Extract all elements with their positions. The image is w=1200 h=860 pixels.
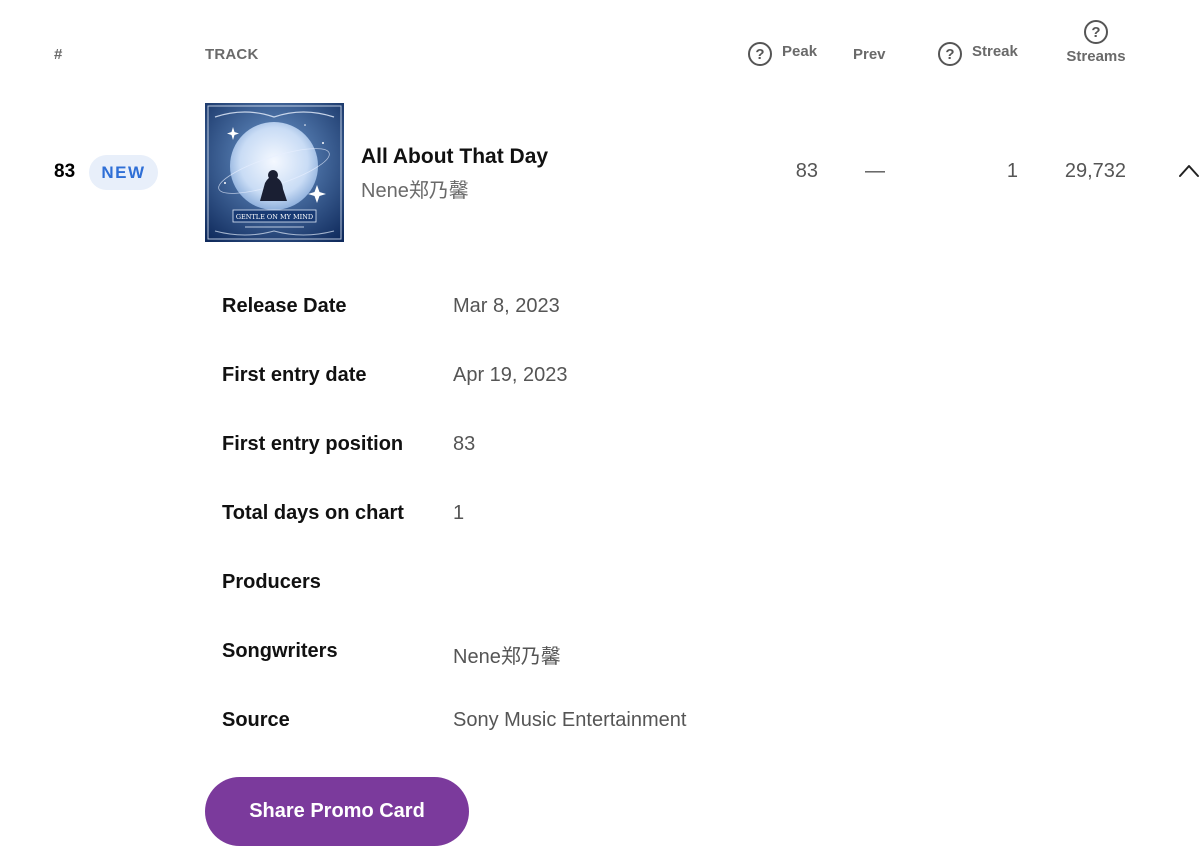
peak-value: 83 <box>795 160 818 182</box>
prev-value: — <box>865 160 885 182</box>
total-days-value: 1 <box>453 502 465 524</box>
help-icon[interactable]: ? <box>748 42 772 66</box>
first-entry-date-label: First entry date <box>222 364 367 386</box>
share-promo-card-button[interactable]: Share Promo Card <box>205 777 469 846</box>
column-header-track: TRACK <box>205 46 259 63</box>
column-header-streak: ? Streak <box>938 42 1018 66</box>
release-date-value: Mar 8, 2023 <box>453 295 560 317</box>
column-header-prev: Prev <box>853 46 886 63</box>
track-title[interactable]: All About That Day <box>361 145 548 169</box>
release-date-label: Release Date <box>222 295 347 317</box>
first-entry-position-label: First entry position <box>222 433 404 455</box>
track-artist[interactable]: Nene郑乃馨 <box>361 174 469 203</box>
streams-value: 29,732 <box>1064 160 1126 182</box>
column-header-peak: ? Peak <box>748 42 817 66</box>
help-icon[interactable]: ? <box>938 42 962 66</box>
column-header-streak-label: Streak <box>972 42 1018 60</box>
new-entry-badge: NEW <box>89 155 158 190</box>
album-cover-text: GENTLE ON MY MIND <box>236 213 313 221</box>
track-rank: 83 <box>54 161 76 182</box>
album-cover-image[interactable]: GENTLE ON MY MIND <box>205 103 344 242</box>
total-days-label: Total days on chart <box>222 502 404 524</box>
source-value: Sony Music Entertainment <box>453 709 687 731</box>
column-header-streams: ? Streams <box>1066 20 1126 65</box>
chevron-up-icon[interactable] <box>1178 160 1200 182</box>
column-header-streams-label: Streams <box>1066 48 1126 65</box>
first-entry-date-value: Apr 19, 2023 <box>453 364 568 386</box>
songwriters-label: Songwriters <box>222 640 338 662</box>
first-entry-position-value: 83 <box>453 433 476 455</box>
streak-value: 1 <box>1006 160 1018 182</box>
producers-label: Producers <box>222 571 321 593</box>
column-header-rank: # <box>54 46 63 63</box>
column-header-peak-label: Peak <box>782 42 818 60</box>
help-icon[interactable]: ? <box>1084 20 1108 44</box>
songwriters-value[interactable]: Nene郑乃馨 <box>453 640 561 669</box>
source-label: Source <box>222 709 290 731</box>
